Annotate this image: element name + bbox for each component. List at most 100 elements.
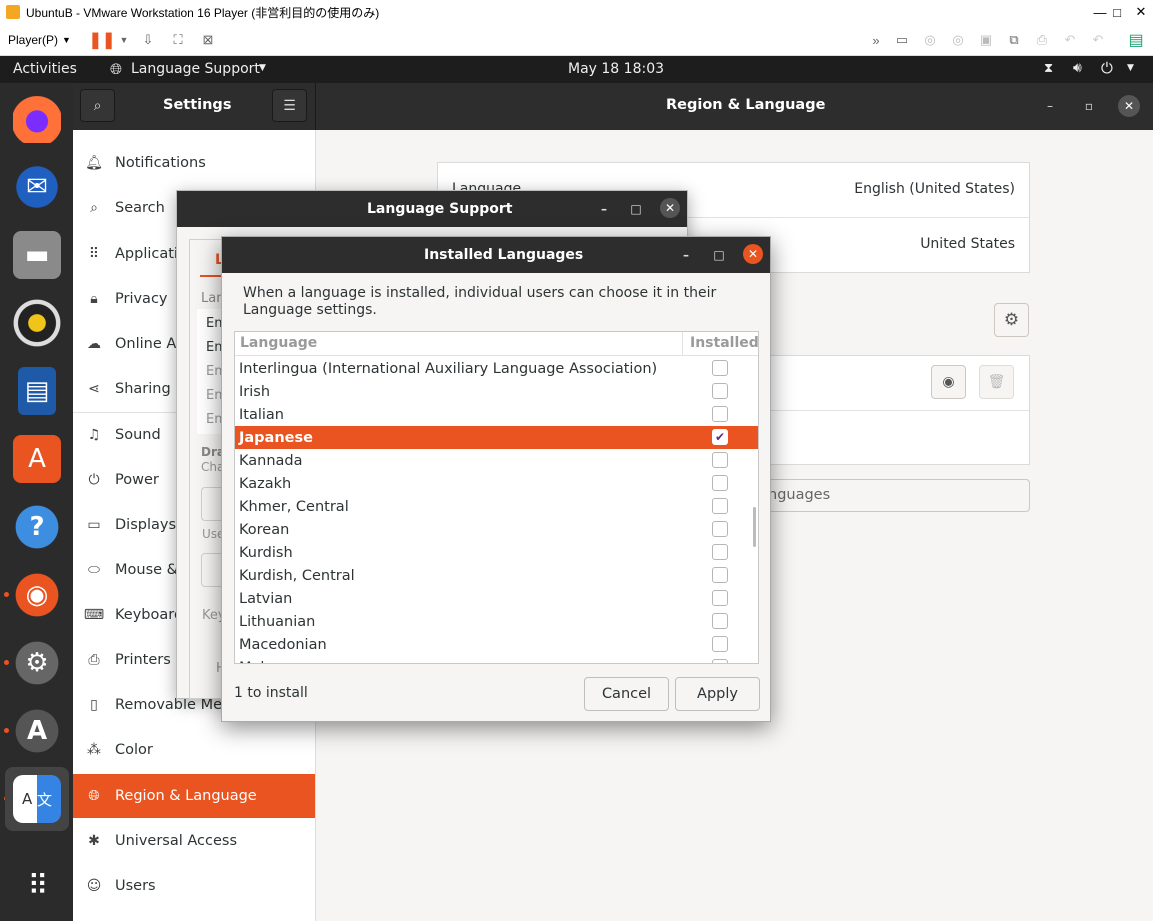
table-row[interactable]: Irish — [235, 380, 758, 403]
language-row-value: English (United States) — [854, 181, 1015, 197]
close-icon[interactable]: ✕ — [1118, 95, 1140, 117]
hamburger-menu-icon[interactable]: ☰ — [272, 89, 307, 122]
table-row[interactable]: Japanese ✔ — [235, 426, 758, 449]
cancel-button[interactable]: Cancel — [584, 677, 669, 711]
maximize-icon[interactable]: □ — [708, 244, 730, 266]
search-icon[interactable]: ⌕ — [80, 89, 115, 122]
thunderbird-icon[interactable]: ✉ — [13, 163, 61, 211]
show-apps-icon[interactable]: ⠿ — [13, 861, 61, 909]
table-row[interactable]: Khmer, Central — [235, 495, 758, 518]
cd-icon[interactable]: ◎ — [920, 30, 940, 50]
fullscreen-icon[interactable]: ⛶ — [168, 30, 188, 50]
table-row[interactable]: Kannada — [235, 449, 758, 472]
software-icon[interactable]: A — [13, 435, 61, 483]
language-support-icon[interactable]: A 文 — [13, 775, 61, 823]
table-row[interactable]: Kurdish — [235, 541, 758, 564]
installed-checkbox[interactable] — [712, 636, 728, 652]
pause-icon[interactable]: ❚❚ — [89, 30, 116, 50]
more-icon[interactable]: » — [866, 30, 886, 50]
installed-checkbox[interactable] — [712, 383, 728, 399]
installed-checkbox[interactable] — [712, 521, 728, 537]
table-row[interactable]: Macedonian — [235, 633, 758, 656]
installed-checkbox[interactable] — [712, 567, 728, 583]
firefox-icon[interactable] — [13, 95, 61, 143]
scrollbar[interactable] — [753, 507, 756, 547]
usb-icon[interactable]: ↶ — [1060, 30, 1080, 50]
minimize-icon[interactable]: – — [593, 198, 615, 220]
printer-device-icon[interactable]: ⎙ — [1032, 30, 1052, 50]
list-item[interactable]: En — [206, 316, 222, 331]
accessibility-icon: ✱ — [88, 833, 100, 849]
close-icon[interactable]: ✕ — [743, 244, 763, 264]
installed-checkbox[interactable] — [712, 498, 728, 514]
list-item[interactable]: En — [206, 412, 222, 427]
settings-header-bar: ⌕ Settings ☰ Region & Language – ▫ ✕ — [73, 83, 1153, 130]
installed-checkbox[interactable] — [712, 613, 728, 629]
gear-icon[interactable]: ⚙ — [994, 303, 1029, 337]
volume-icon[interactable]: 🔊︎ — [1073, 60, 1082, 76]
hdd-icon[interactable]: ▭ — [892, 30, 912, 50]
cd2-icon[interactable]: ◎ — [948, 30, 968, 50]
sidebar-item-notifications[interactable]: 🔔︎ Notifications — [73, 141, 315, 185]
usb2-icon[interactable]: ↶ — [1088, 30, 1108, 50]
column-header-installed[interactable]: Installed — [690, 335, 758, 351]
installed-checkbox[interactable] — [712, 544, 728, 560]
maximize-icon[interactable]: □ — [625, 198, 647, 220]
player-menu[interactable]: Player(P) — [8, 33, 58, 47]
table-row[interactable]: Kazakh — [235, 472, 758, 495]
sidebar-item-color[interactable]: ⁂ Color — [73, 728, 315, 772]
table-row[interactable]: Lithuanian — [235, 610, 758, 633]
installed-languages-description: When a language is installed, individual… — [243, 285, 717, 318]
trash-icon[interactable]: 🗑︎ — [979, 365, 1014, 399]
maximize-icon[interactable]: ▫ — [1078, 95, 1100, 117]
send-ctrl-alt-del-icon[interactable]: ⇩ — [138, 30, 158, 50]
table-row[interactable]: Malagasy — [235, 656, 758, 663]
list-item[interactable]: En — [206, 340, 222, 355]
minimize-icon[interactable]: – — [1039, 95, 1061, 117]
rhythmbox-icon[interactable] — [13, 299, 61, 347]
list-item[interactable]: En — [206, 388, 222, 403]
help-icon[interactable]: ? — [13, 503, 61, 551]
activities-button[interactable]: Activities — [13, 61, 77, 77]
table-row[interactable]: Latvian — [235, 587, 758, 610]
software-updater-icon[interactable]: A — [13, 707, 61, 755]
unity-icon[interactable]: ⊠ — [198, 30, 218, 50]
chevron-down-icon[interactable]: ▼ — [62, 35, 71, 45]
chevron-down-icon[interactable]: ▼ — [259, 63, 266, 73]
chevron-down-icon[interactable]: ▼ — [1127, 63, 1134, 73]
network-icon[interactable]: ⧉ — [1004, 30, 1024, 50]
language-name: Irish — [239, 383, 271, 400]
close-icon[interactable]: ✕ — [660, 198, 680, 218]
list-item[interactable]: En — [206, 364, 222, 379]
floppy-icon[interactable]: ▣ — [976, 30, 996, 50]
close-button[interactable]: ✕ — [1126, 0, 1153, 24]
power-menu-icon[interactable]: ⏻ — [1101, 59, 1113, 77]
table-row[interactable]: Italian — [235, 403, 758, 426]
chevron-down-icon[interactable]: ▼ — [114, 30, 134, 50]
installed-checkbox[interactable]: ✔ — [712, 429, 728, 445]
installed-checkbox[interactable] — [712, 590, 728, 606]
installed-checkbox[interactable] — [712, 406, 728, 422]
clock[interactable]: May 18 18:03 — [568, 61, 664, 77]
table-row[interactable]: Interlingua (International Auxiliary Lan… — [235, 357, 758, 380]
network-status-icon[interactable]: ⧗ — [1044, 61, 1053, 76]
ubuntu-icon[interactable]: ◉ — [13, 571, 61, 619]
installed-checkbox[interactable] — [712, 360, 728, 376]
sidebar-item-universal-access[interactable]: ✱ Universal Access — [73, 819, 315, 863]
apply-button[interactable]: Apply — [675, 677, 760, 711]
settings-app-icon[interactable]: ⚙ — [13, 639, 61, 687]
app-menu[interactable]: Language Support — [131, 61, 260, 77]
table-row[interactable]: Korean — [235, 518, 758, 541]
installed-checkbox[interactable] — [712, 475, 728, 491]
minimize-icon[interactable]: – — [675, 244, 697, 266]
writer-icon[interactable]: ▤ — [18, 367, 56, 415]
sidebar-item-users[interactable]: ☺ Users — [73, 864, 315, 908]
table-row[interactable]: Kurdish, Central — [235, 564, 758, 587]
installed-checkbox[interactable] — [712, 659, 728, 663]
installed-checkbox[interactable] — [712, 452, 728, 468]
column-header-language[interactable]: Language — [240, 335, 317, 351]
files-icon[interactable]: ▬ — [13, 231, 61, 279]
sidebar-item-region-language[interactable]: 🌐︎ Region & Language — [73, 774, 315, 818]
eye-icon[interactable]: ◉ — [931, 365, 966, 399]
message-log-icon[interactable]: ▤ — [1126, 30, 1146, 50]
